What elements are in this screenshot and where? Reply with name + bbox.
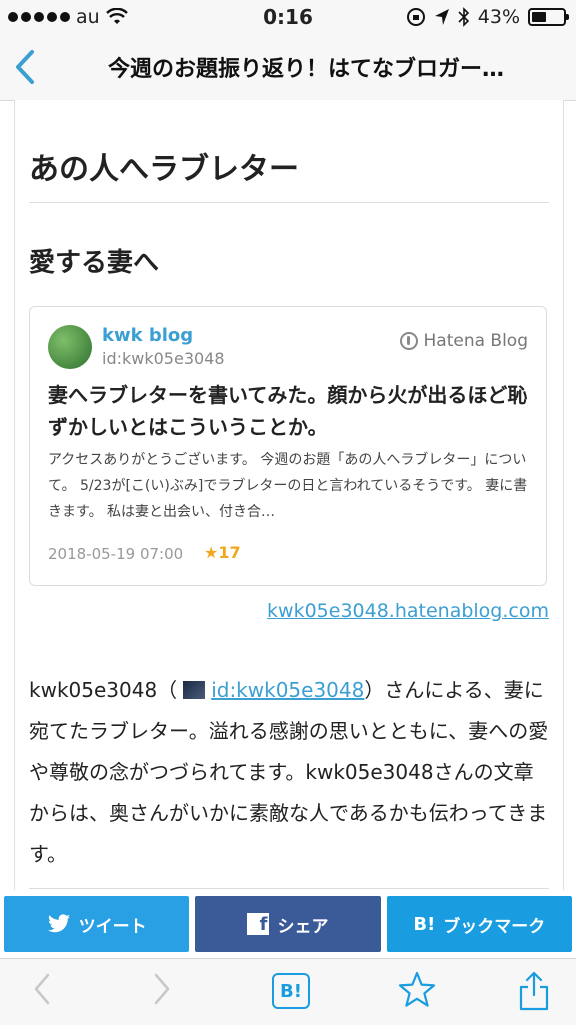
section-heading: あの人へラブレター: [29, 144, 549, 203]
bookmark-button[interactable]: B! ブックマーク: [386, 896, 572, 952]
rotation-lock-icon: [406, 8, 425, 26]
hatena-blog-label: Hatena Blog: [423, 331, 529, 351]
hatena-blog-icon: [399, 332, 418, 350]
page-title: 今週のお題振り返り！はてなブロガー…: [108, 57, 505, 82]
browser-toolbar: B!: [0, 958, 576, 1025]
battery-percent: 43%: [477, 6, 520, 28]
embed-date: 2018-05-19 07:00: [48, 545, 184, 563]
user-id-link[interactable]: id:kwk05e3048: [211, 678, 364, 702]
location-icon: [434, 9, 449, 25]
blog-avatar: [48, 325, 92, 369]
article-body: kwk05e3048（ id:kwk05e3048）さんによる、妻に宛てたラブレタ…: [29, 670, 549, 875]
user-avatar: [183, 681, 206, 699]
twitter-bird-icon: [47, 914, 70, 933]
blog-name[interactable]: kwk blog: [102, 325, 193, 346]
tweet-button[interactable]: ツイート: [4, 896, 190, 952]
hatena-bookmark-toolbar-button[interactable]: B!: [272, 973, 310, 1009]
star-icon[interactable]: [396, 969, 438, 1011]
share-icon[interactable]: [516, 969, 552, 1013]
navigation-bar: 今週のお題振り返り！はてなブロガー…: [0, 34, 576, 101]
share-bar: ツイート f シェア B! ブックマーク: [0, 890, 576, 958]
battery-icon: [528, 8, 569, 26]
embed-excerpt: アクセスありがとうございます。 今週のお題「あの人へラブレター」について。 5/…: [48, 452, 528, 520]
bookmark-label: ブックマーク: [443, 916, 546, 937]
divider: [29, 888, 549, 889]
back-arrow-icon[interactable]: [30, 969, 54, 1009]
embed-entry-title[interactable]: 妻へラブレターを書いてみた。顔から火が出るほど恥ずかしいとはこういうことか。: [48, 379, 528, 443]
back-chevron-icon[interactable]: [10, 48, 40, 86]
forward-arrow-icon[interactable]: [150, 969, 174, 1009]
facebook-icon: f: [247, 913, 270, 935]
body-suffix: ）さんによる、妻に宛てたラブレター。溢れる感謝の思いとともに、妻への愛や尊敬の念…: [29, 678, 549, 866]
star-count: ★17: [204, 543, 241, 562]
blog-id: id:kwk05e3048: [102, 349, 225, 368]
tweet-label: ツイート: [78, 916, 147, 937]
source-link[interactable]: kwk05e3048.hatenablog.com: [267, 600, 549, 622]
entry-subheading: 愛する妻へ: [29, 248, 160, 278]
status-right: 43%: [406, 6, 569, 28]
facebook-share-label: シェア: [277, 916, 329, 937]
status-bar: au 0:16 43%: [0, 0, 576, 34]
body-prefix: kwk05e3048（: [29, 678, 178, 702]
facebook-share-button[interactable]: f シェア: [195, 896, 381, 952]
blog-embed-card[interactable]: kwk blog id:kwk05e3048 Hatena Blog 妻へラブレ…: [29, 306, 547, 586]
article-content: あの人へラブレター 愛する妻へ kwk blog id:kwk05e3048 H…: [14, 100, 564, 900]
hatena-bookmark-icon: B!: [413, 913, 436, 935]
hatena-blog-logo: Hatena Blog: [399, 331, 529, 351]
bluetooth-icon: [458, 7, 469, 27]
